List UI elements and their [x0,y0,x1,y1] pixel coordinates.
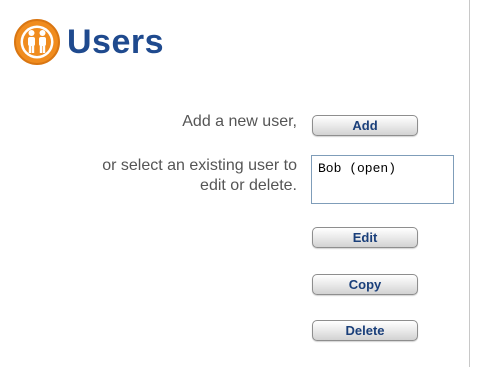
page-title: Users [67,22,165,61]
list-item[interactable]: Bob (open) [318,161,447,177]
users-panel: Users Add a new user, Add or select an e… [0,0,470,367]
users-icon [14,19,60,65]
select-user-prompt-line2: edit or delete. [200,177,297,194]
copy-button[interactable]: Copy [312,274,418,295]
select-user-prompt: or select an existing user to edit or de… [27,156,297,196]
delete-button[interactable]: Delete [312,320,418,341]
page-header: Users [13,18,164,66]
edit-button[interactable]: Edit [312,227,418,248]
user-listbox[interactable]: Bob (open) [311,155,454,204]
add-button[interactable]: Add [312,115,418,136]
add-user-prompt: Add a new user, [182,113,297,130]
select-user-prompt-line1: or select an existing user to [102,157,297,174]
